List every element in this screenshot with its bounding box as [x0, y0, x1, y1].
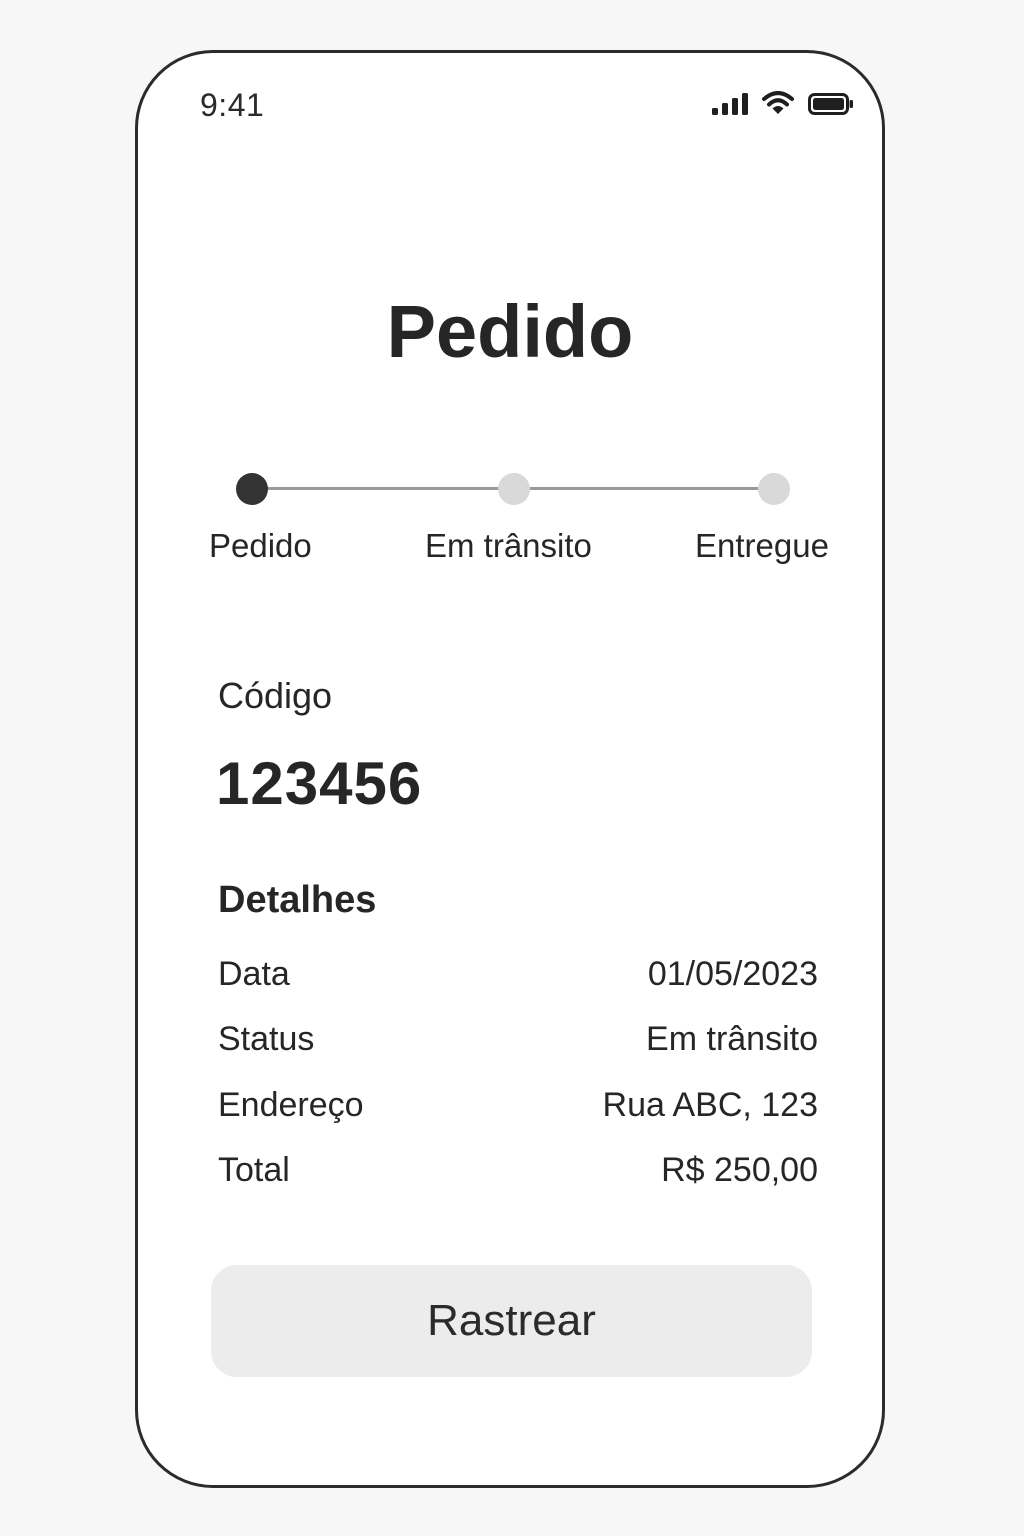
step-label-ordered: Pedido: [209, 527, 312, 564]
details-heading: Detalhes: [218, 879, 377, 921]
code-value: 123456: [216, 750, 423, 817]
detail-label: Endereço: [218, 1086, 364, 1124]
detail-row-date: Data 01/05/2023: [218, 955, 818, 994]
detail-value: 01/05/2023: [647, 955, 818, 993]
code-label: Código: [218, 675, 333, 716]
status-time: 9:41: [200, 87, 265, 123]
step-label-delivered: Entregue: [695, 527, 829, 564]
detail-value: Rua ABC, 123: [602, 1086, 818, 1124]
detail-label: Data: [218, 955, 290, 993]
status-icons: [712, 91, 854, 120]
phone-frame: 9:41 Pedido Pedido Em trânsito Entregue …: [135, 50, 885, 1488]
track-button[interactable]: Rastrear: [211, 1265, 812, 1377]
page-title: Pedido: [386, 290, 634, 373]
detail-row-status: Status Em trânsito: [218, 1020, 818, 1059]
detail-row-total: Total R$ 250,00: [218, 1151, 818, 1190]
step-dot-ordered: [236, 473, 268, 505]
signal-icon: [712, 93, 748, 120]
wifi-icon: [762, 91, 794, 120]
detail-value: Em trânsito: [646, 1020, 818, 1058]
step-dot-in-transit: [498, 473, 530, 505]
detail-row-address: Endereço Rua ABC, 123: [218, 1086, 818, 1125]
detail-label: Total: [218, 1151, 290, 1189]
step-label-in-transit: Em trânsito: [425, 527, 592, 564]
detail-value: R$ 250,00: [661, 1151, 818, 1189]
battery-icon: [808, 93, 854, 120]
detail-label: Status: [218, 1020, 315, 1058]
step-dot-delivered: [758, 473, 790, 505]
